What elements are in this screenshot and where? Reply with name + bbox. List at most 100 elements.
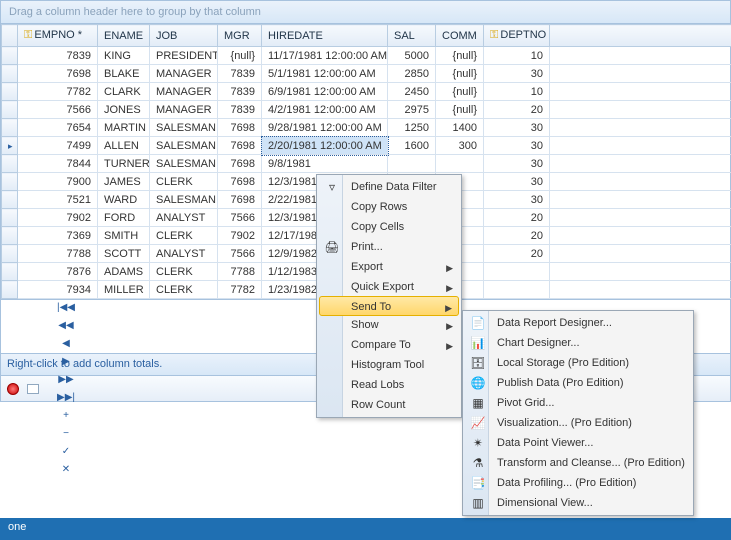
cell[interactable]: 7788	[18, 245, 98, 263]
cell[interactable]: JAMES	[98, 173, 150, 191]
column-header[interactable]: ⚿DEPTNO *	[484, 25, 550, 47]
column-header[interactable]: MGR	[218, 25, 262, 47]
cell[interactable]: 9/8/1981	[262, 155, 388, 173]
menu-item[interactable]: Row Count	[319, 395, 459, 415]
column-header[interactable]: COMM	[436, 25, 484, 47]
row-header[interactable]	[2, 173, 18, 191]
nav-button[interactable]: +	[53, 407, 79, 425]
cell[interactable]: CLERK	[150, 281, 218, 299]
cell[interactable]: SALESMAN	[150, 155, 218, 173]
cell[interactable]: 7698	[218, 119, 262, 137]
cell[interactable]: 20	[484, 245, 550, 263]
menu-item[interactable]: 📊Chart Designer...	[465, 333, 691, 353]
nav-dropdown[interactable]	[27, 384, 39, 394]
cell[interactable]: 7782	[18, 83, 98, 101]
cell[interactable]: 7698	[218, 155, 262, 173]
cell[interactable]: 7566	[18, 101, 98, 119]
cell[interactable]: 7902	[18, 209, 98, 227]
cell[interactable]: ADAMS	[98, 263, 150, 281]
cell[interactable]: 10	[484, 47, 550, 65]
cell[interactable]: BLAKE	[98, 65, 150, 83]
cell[interactable]	[436, 155, 484, 173]
cell[interactable]: {null}	[436, 83, 484, 101]
cell[interactable]: 7521	[18, 191, 98, 209]
menu-item[interactable]: Show▶	[319, 315, 459, 335]
cell[interactable]: {null}	[436, 65, 484, 83]
cell[interactable]: 7782	[218, 281, 262, 299]
menu-item[interactable]: ▿Define Data Filter	[319, 177, 459, 197]
cell[interactable]: {null}	[436, 47, 484, 65]
row-header[interactable]	[2, 47, 18, 65]
row-header[interactable]	[2, 245, 18, 263]
cell[interactable]: 4/2/1981 12:00:00 AM	[262, 101, 388, 119]
cell[interactable]: 7902	[218, 227, 262, 245]
cell[interactable]: 30	[484, 137, 550, 155]
row-header[interactable]	[2, 137, 18, 155]
menu-item[interactable]: Read Lobs	[319, 375, 459, 395]
cell[interactable]: ANALYST	[150, 245, 218, 263]
row-header[interactable]	[2, 155, 18, 173]
nav-button[interactable]: ▶▶|	[53, 389, 79, 407]
cell[interactable]: 7698	[218, 137, 262, 155]
cell[interactable]: 7698	[18, 65, 98, 83]
menu-item[interactable]: Copy Rows	[319, 197, 459, 217]
cell[interactable]: 2450	[388, 83, 436, 101]
cell[interactable]: 20	[484, 227, 550, 245]
cell[interactable]: PRESIDENT	[150, 47, 218, 65]
cell[interactable]: MANAGER	[150, 83, 218, 101]
cell[interactable]: 7839	[218, 83, 262, 101]
cell[interactable]: 7844	[18, 155, 98, 173]
cell[interactable]: 5/1/1981 12:00:00 AM	[262, 65, 388, 83]
menu-item[interactable]: ⚗Transform and Cleanse... (Pro Edition)	[465, 453, 691, 473]
cell[interactable]: 7839	[218, 65, 262, 83]
row-header[interactable]	[2, 119, 18, 137]
row-header[interactable]	[2, 101, 18, 119]
row-header[interactable]	[2, 191, 18, 209]
cell[interactable]: FORD	[98, 209, 150, 227]
cell[interactable]: 2975	[388, 101, 436, 119]
menu-item[interactable]: Copy Cells	[319, 217, 459, 237]
menu-item[interactable]: 🖨Print...	[319, 237, 459, 257]
cell[interactable]: 30	[484, 191, 550, 209]
cell[interactable]: 1600	[388, 137, 436, 155]
nav-button[interactable]: ◀◀	[53, 317, 79, 335]
cell[interactable]: 7499	[18, 137, 98, 155]
cell[interactable]: SMITH	[98, 227, 150, 245]
cell[interactable]: SCOTT	[98, 245, 150, 263]
nav-button[interactable]: ▶▶	[53, 371, 79, 389]
cell[interactable]: 7934	[18, 281, 98, 299]
menu-item[interactable]: ▥Dimensional View...	[465, 493, 691, 513]
cell[interactable]: 7698	[218, 173, 262, 191]
menu-item[interactable]: 📑Data Profiling... (Pro Edition)	[465, 473, 691, 493]
cell[interactable]: 10	[484, 83, 550, 101]
cell[interactable]: 300	[436, 137, 484, 155]
cell[interactable]: {null}	[218, 47, 262, 65]
cell[interactable]: 7369	[18, 227, 98, 245]
cell[interactable]: 30	[484, 173, 550, 191]
cell[interactable]: ANALYST	[150, 209, 218, 227]
cell[interactable]: 30	[484, 119, 550, 137]
cell[interactable]: 7654	[18, 119, 98, 137]
menu-item[interactable]: 🌐Publish Data (Pro Edition)	[465, 373, 691, 393]
nav-button[interactable]: −	[53, 425, 79, 443]
cell[interactable]: SALESMAN	[150, 137, 218, 155]
nav-button[interactable]: ✓	[53, 443, 79, 461]
cell[interactable]: 2/20/1981 12:00:00 AM	[262, 137, 388, 155]
cell[interactable]: 7788	[218, 263, 262, 281]
cell[interactable]: 20	[484, 101, 550, 119]
cell[interactable]: 1400	[436, 119, 484, 137]
row-header[interactable]	[2, 281, 18, 299]
cell[interactable]: 7698	[218, 191, 262, 209]
row-header[interactable]	[2, 209, 18, 227]
column-header[interactable]: SAL	[388, 25, 436, 47]
cell[interactable]: 1250	[388, 119, 436, 137]
nav-button[interactable]: |◀◀	[53, 299, 79, 317]
cell[interactable]	[388, 155, 436, 173]
cell[interactable]: 7566	[218, 209, 262, 227]
row-header[interactable]	[2, 227, 18, 245]
cell[interactable]: 20	[484, 209, 550, 227]
cell[interactable]: MARTIN	[98, 119, 150, 137]
cell[interactable]: 5000	[388, 47, 436, 65]
cell[interactable]: CLERK	[150, 227, 218, 245]
cell[interactable]: MILLER	[98, 281, 150, 299]
